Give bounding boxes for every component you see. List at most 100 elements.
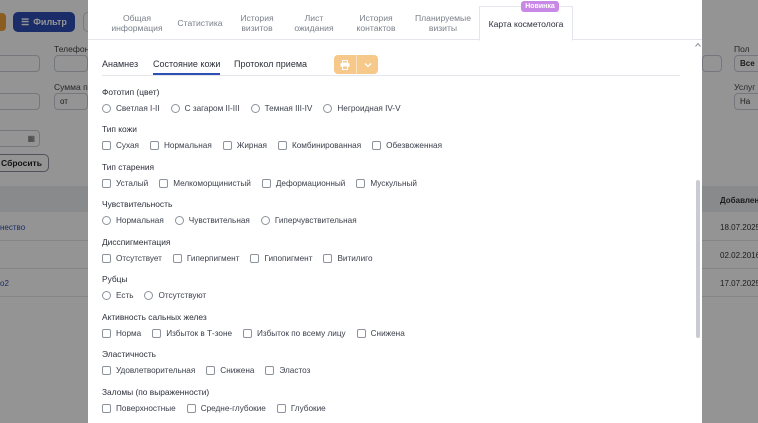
tab-planned-visits[interactable]: Планируемые визиты (410, 6, 476, 40)
radio-button[interactable] (102, 104, 111, 113)
checkbox[interactable] (152, 329, 162, 338)
checkbox-option[interactable]: Гипопигмент (250, 254, 312, 263)
radio-button[interactable] (144, 291, 154, 300)
radio-option[interactable]: Светлая I-II (102, 104, 160, 113)
radio-option[interactable]: Нормальная (102, 216, 164, 225)
checkbox[interactable] (323, 254, 333, 263)
checkbox[interactable] (102, 366, 111, 375)
checkbox[interactable] (250, 254, 260, 263)
checkbox-option[interactable]: Комбинированная (277, 141, 361, 150)
option-label: Эластоз (279, 366, 311, 375)
radio-button[interactable] (174, 216, 184, 225)
tab-visit-history[interactable]: История визитов (234, 6, 280, 40)
section-title: Тип кожи (102, 124, 137, 134)
checkbox[interactable] (356, 329, 366, 338)
checkbox[interactable] (356, 179, 366, 188)
options-row: Светлая I-II С загаром II-III Темная III-I… (102, 104, 412, 113)
option-label: Нормальная (164, 141, 212, 150)
options-row: Отсутствует Гиперпигмент Гипопигмент Витили… (102, 254, 384, 263)
checkbox-option[interactable]: Избыток по всему лицу (243, 329, 346, 338)
option-label: Избыток в Т-зоне (166, 329, 233, 338)
modal-scrollbar[interactable] (696, 180, 700, 338)
checkbox-option[interactable]: Снижена (356, 329, 405, 338)
checkbox-option[interactable]: Деформационный (261, 179, 346, 188)
checkbox-option[interactable]: Глубокие (276, 404, 326, 413)
options-row: Усталый Мелкоморщинистый Деформационный Мус… (102, 179, 428, 188)
radio-button[interactable] (260, 216, 270, 225)
radio-option[interactable]: Чувствительная (174, 216, 250, 225)
checkbox-option[interactable]: Мелкоморщинистый (159, 179, 251, 188)
checkbox[interactable] (206, 366, 216, 375)
tab-general-info[interactable]: Общая информация (106, 6, 168, 40)
sub-tabs: Анамнез Состояние кожи Протокол приема (102, 54, 680, 76)
options-row: Норма Избыток в Т-зоне Избыток по всему ли… (102, 329, 416, 338)
print-button[interactable] (334, 55, 356, 74)
options-row: Удовлетворительная Снижена Эластоз (102, 366, 321, 375)
subtab-anamnesis[interactable]: Анамнез (102, 59, 138, 69)
option-label: Глубокие (290, 404, 326, 413)
radio-button[interactable] (102, 216, 111, 225)
option-label: Мускульный (370, 179, 417, 188)
checkbox-option[interactable]: Сухая (102, 141, 139, 150)
checkbox-option[interactable]: Удовлетворительная (102, 366, 195, 375)
checkbox-option[interactable]: Средне-глубокие (186, 404, 266, 413)
subtab-visit-protocol[interactable]: Протокол приема (234, 59, 307, 69)
subtab-skin-condition[interactable]: Состояние кожи (153, 59, 221, 75)
option-label: Норма (116, 329, 142, 338)
checkbox[interactable] (159, 179, 169, 188)
checkbox[interactable] (102, 179, 111, 188)
section-title: Чувствительность (102, 199, 173, 209)
checkbox[interactable] (243, 329, 253, 338)
checkbox[interactable] (222, 141, 232, 150)
checkbox-option[interactable]: Витилиго (323, 254, 373, 263)
form-section: Тип старения Усталый Мелкоморщинистый Дефор… (102, 162, 428, 188)
scroll-up-icon[interactable] (695, 42, 701, 48)
checkbox[interactable] (372, 141, 382, 150)
radio-button[interactable] (170, 104, 180, 113)
checkbox-option[interactable]: Гиперпигмент (172, 254, 239, 263)
tab-contact-history[interactable]: История контактов (348, 6, 404, 40)
checkbox[interactable] (277, 141, 287, 150)
checkbox[interactable] (261, 179, 271, 188)
print-split-button (334, 55, 378, 74)
radio-option[interactable]: Темная III-IV (250, 104, 312, 113)
radio-button[interactable] (323, 104, 333, 113)
form-section: Тип кожи Сухая Нормальная Жирная Комбинирова… (102, 124, 453, 150)
radio-option[interactable]: Негроидная IV-V (323, 104, 401, 113)
option-label: Усталый (116, 179, 149, 188)
checkbox[interactable] (186, 404, 196, 413)
radio-button[interactable] (250, 104, 260, 113)
option-label: Есть (116, 291, 134, 300)
option-label: Деформационный (275, 179, 346, 188)
tab-waiting-list[interactable]: Лист ожидания (288, 6, 340, 40)
radio-option[interactable]: С загаром II-III (170, 104, 240, 113)
option-label: Отсутствуют (158, 291, 207, 300)
checkbox-option[interactable]: Мускульный (356, 179, 417, 188)
checkbox[interactable] (102, 329, 111, 338)
checkbox-option[interactable]: Нормальная (150, 141, 212, 150)
checkbox-option[interactable]: Эластоз (265, 366, 310, 375)
options-row: Поверхностные Средне-глубокие Глубокие (102, 404, 337, 413)
radio-option[interactable]: Отсутствуют (144, 291, 206, 300)
checkbox-option[interactable]: Поверхностные (102, 404, 176, 413)
checkbox[interactable] (265, 366, 275, 375)
checkbox[interactable] (276, 404, 286, 413)
checkbox[interactable] (102, 254, 111, 263)
tab-statistics[interactable]: Статистика (172, 6, 228, 40)
checkbox[interactable] (150, 141, 159, 150)
checkbox-option[interactable]: Снижена (206, 366, 254, 375)
radio-option[interactable]: Есть (102, 291, 133, 300)
checkbox-option[interactable]: Усталый (102, 179, 148, 188)
radio-button[interactable] (102, 291, 111, 300)
checkbox-option[interactable]: Отсутствует (102, 254, 162, 263)
options-row: Сухая Нормальная Жирная Комбинированная Обез… (102, 141, 453, 150)
checkbox-option[interactable]: Избыток в Т-зоне (152, 329, 232, 338)
checkbox-option[interactable]: Жирная (222, 141, 267, 150)
checkbox[interactable] (102, 141, 111, 150)
checkbox-option[interactable]: Норма (102, 329, 141, 338)
print-dropdown-button[interactable] (356, 55, 378, 74)
checkbox[interactable] (172, 254, 182, 263)
checkbox[interactable] (102, 404, 111, 413)
checkbox-option[interactable]: Обезвоженная (372, 141, 442, 150)
radio-option[interactable]: Гиперчувствительная (260, 216, 357, 225)
